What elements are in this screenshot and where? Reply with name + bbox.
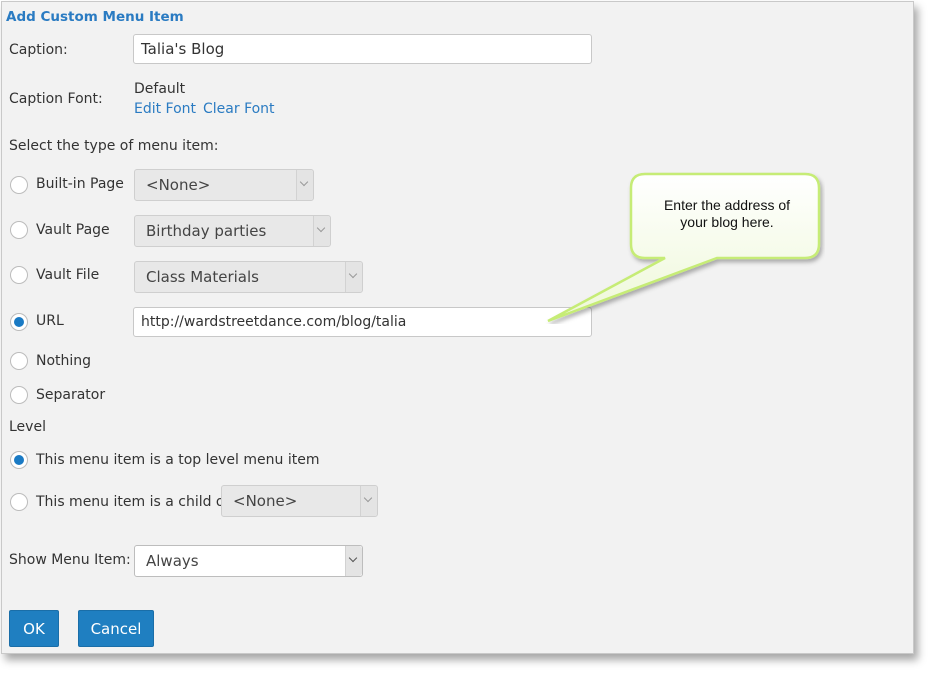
top-level-label: This menu item is a top level menu item — [36, 452, 320, 468]
ok-button[interactable]: OK — [9, 610, 59, 647]
vault-file-select-value: Class Materials — [146, 268, 259, 286]
caption-font-label: Caption Font: — [9, 91, 103, 107]
parent-item-select-value: <None> — [233, 492, 298, 510]
builtin-page-select[interactable]: <None> — [134, 169, 314, 201]
child-of-label: This menu item is a child of — [36, 494, 230, 510]
separator-label: Separator — [36, 387, 106, 403]
chevron-down-icon — [345, 262, 362, 292]
nothing-label: Nothing — [36, 353, 92, 369]
callout-text-line-1: Enter the address of — [663, 197, 791, 213]
menu-item-type-prompt: Select the type of menu item: — [9, 138, 219, 154]
builtin-page-select-value: <None> — [146, 176, 211, 194]
vault-file-label: Vault File — [36, 267, 100, 283]
show-menu-item-select[interactable]: Always — [134, 545, 363, 577]
vault-file-radio[interactable] — [10, 266, 28, 284]
cancel-button[interactable]: Cancel — [78, 610, 154, 647]
edit-font-link[interactable]: Edit Font — [134, 101, 196, 117]
chevron-down-icon — [345, 546, 362, 576]
url-label: URL — [36, 313, 64, 329]
vault-file-select[interactable]: Class Materials — [134, 261, 363, 293]
url-input[interactable]: http://wardstreetdance.com/blog/talia — [133, 307, 592, 337]
child-of-radio[interactable] — [10, 493, 28, 511]
separator-radio[interactable] — [10, 386, 28, 404]
top-level-radio[interactable] — [10, 451, 28, 469]
dialog-title: Add Custom Menu Item — [6, 9, 184, 25]
add-custom-menu-item-dialog: Add Custom Menu Item Caption: Talia's Bl… — [1, 1, 914, 654]
builtin-page-radio[interactable] — [10, 176, 28, 194]
vault-page-radio[interactable] — [10, 221, 28, 239]
caption-label: Caption: — [9, 42, 68, 58]
parent-item-select[interactable]: <None> — [221, 485, 378, 517]
caption-input[interactable]: Talia's Blog — [133, 34, 592, 64]
vault-page-select-value: Birthday parties — [146, 222, 267, 240]
callout-text: Enter the address of your blog here. — [627, 197, 827, 231]
chevron-down-icon — [360, 486, 377, 516]
show-menu-item-label: Show Menu Item: — [9, 552, 131, 568]
url-radio[interactable] — [10, 313, 28, 331]
clear-font-link[interactable]: Clear Font — [203, 101, 275, 117]
show-menu-item-select-value: Always — [146, 552, 199, 570]
chevron-down-icon — [313, 216, 330, 246]
caption-font-value: Default — [134, 81, 186, 97]
builtin-page-label: Built-in Page — [36, 176, 124, 192]
callout-bubble-shape — [547, 172, 821, 323]
nothing-radio[interactable] — [10, 352, 28, 370]
vault-page-select[interactable]: Birthday parties — [134, 215, 331, 247]
callout-tooltip: Enter the address of your blog here. — [545, 172, 825, 324]
vault-page-label: Vault Page — [36, 222, 110, 238]
level-label: Level — [9, 419, 46, 435]
callout-text-line-2: your blog here. — [680, 214, 774, 230]
chevron-down-icon — [296, 170, 313, 200]
